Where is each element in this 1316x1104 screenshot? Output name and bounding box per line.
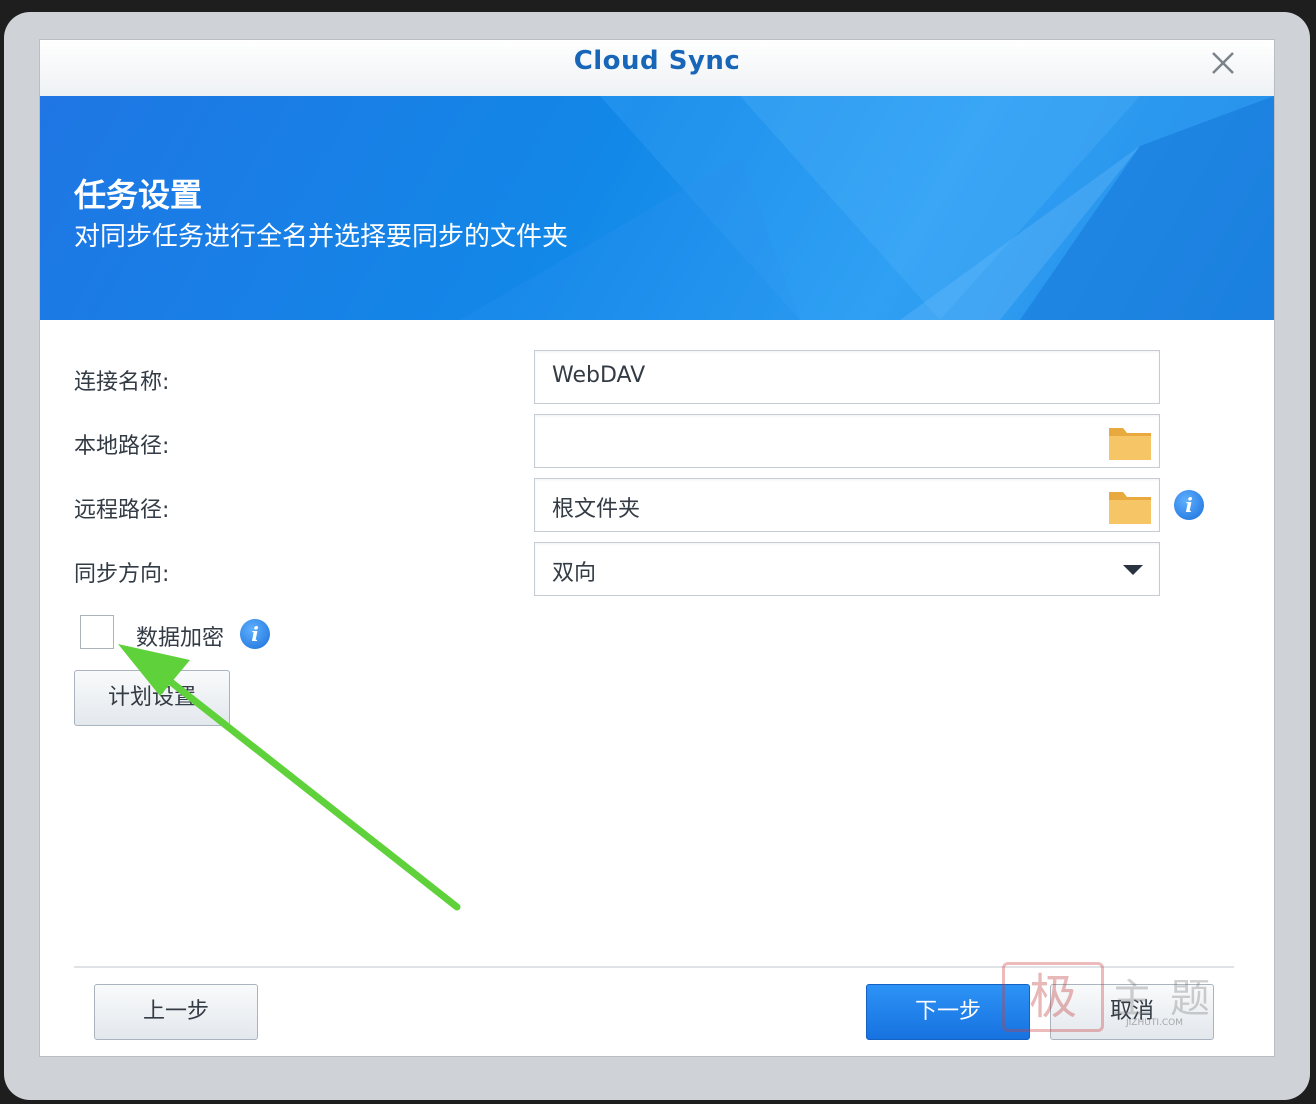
header-banner: 任务设置 对同步任务进行全名并选择要同步的文件夹	[40, 96, 1274, 320]
remote-path-info-icon[interactable]: i	[1174, 490, 1204, 520]
connection-name-input[interactable]: WebDAV	[534, 350, 1160, 404]
connection-name-value: WebDAV	[552, 363, 646, 388]
remote-path-label: 远程路径:	[74, 498, 170, 523]
remote-path-value: 根文件夹	[552, 497, 641, 522]
cloud-sync-dialog: Cloud Sync 任务设置 对同步任务进行全名并选择要同步的文件夹 连接名称…	[40, 40, 1274, 1056]
sync-direction-label: 同步方向:	[74, 562, 170, 587]
sync-direction-select[interactable]: 双向	[534, 542, 1160, 596]
banner-pattern	[460, 96, 1274, 320]
sync-direction-value: 双向	[552, 561, 597, 586]
banner-title: 任务设置	[74, 176, 203, 214]
local-path-label: 本地路径:	[74, 434, 170, 459]
encryption-info-icon[interactable]: i	[240, 619, 270, 649]
connection-name-label: 连接名称:	[74, 370, 170, 395]
cancel-button[interactable]: 取消	[1050, 984, 1214, 1040]
title-bar: Cloud Sync	[40, 40, 1274, 96]
folder-icon[interactable]	[1107, 486, 1153, 526]
window-title: Cloud Sync	[573, 46, 741, 76]
close-icon[interactable]	[1208, 48, 1238, 78]
next-button[interactable]: 下一步	[866, 984, 1030, 1040]
chevron-down-icon	[1123, 565, 1143, 575]
schedule-settings-button[interactable]: 计划设置	[74, 670, 230, 726]
remote-path-input[interactable]: 根文件夹	[534, 478, 1160, 532]
encryption-label: 数据加密	[136, 626, 225, 651]
footer-divider	[74, 966, 1234, 968]
banner-subtitle: 对同步任务进行全名并选择要同步的文件夹	[74, 222, 569, 252]
back-button[interactable]: 上一步	[94, 984, 258, 1040]
folder-icon[interactable]	[1107, 422, 1153, 462]
encryption-checkbox[interactable]	[80, 615, 114, 649]
local-path-input[interactable]	[534, 414, 1160, 468]
